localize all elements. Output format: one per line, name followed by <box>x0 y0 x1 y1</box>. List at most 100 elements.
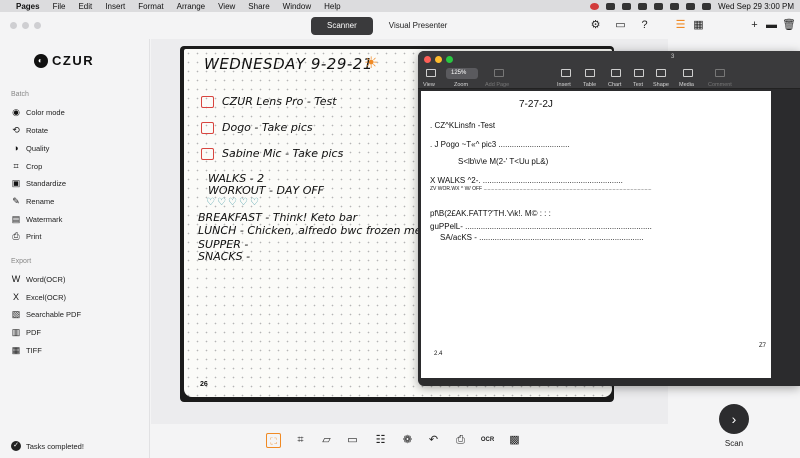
tiff-icon: ▦ <box>11 345 21 355</box>
search-icon[interactable] <box>686 2 696 10</box>
trash-icon[interactable]: 🗑 <box>782 19 796 32</box>
menu-edit[interactable]: Edit <box>78 2 92 11</box>
print-icon[interactable]: ⎙ <box>453 433 468 448</box>
toolbar-shape[interactable]: Shape <box>653 82 669 88</box>
menu-arrange[interactable]: Arrange <box>177 2 205 11</box>
record-icon[interactable] <box>590 2 600 10</box>
qr-code-icon[interactable]: ▩ <box>507 433 522 448</box>
zoom-button[interactable] <box>446 56 453 63</box>
grid-view-icon[interactable]: ▦ <box>692 19 705 32</box>
folder-icon[interactable]: ▬ <box>765 19 778 32</box>
zoom-select[interactable]: 125% <box>446 68 478 79</box>
toolbar-text[interactable]: Text <box>633 82 643 88</box>
toolbar-media[interactable]: Media <box>679 82 694 88</box>
sidebar-item-watermark[interactable]: ▤ Watermark <box>11 214 63 224</box>
sidebar-item-excel-ocr[interactable]: X Excel(OCR) <box>11 292 66 302</box>
help-icon[interactable]: ? <box>638 19 651 32</box>
tray-icon[interactable] <box>622 2 632 10</box>
sidebar-item-label: Crop <box>26 161 43 171</box>
close-button[interactable] <box>424 56 431 63</box>
menu-view[interactable]: View <box>218 2 235 11</box>
zoom-button[interactable] <box>34 22 41 29</box>
logo-text: CZUR <box>52 53 95 68</box>
add-page-icon[interactable] <box>494 69 504 77</box>
insert-icon[interactable] <box>561 69 571 77</box>
page-indicator[interactable]: 3 <box>671 54 674 60</box>
chart-icon[interactable] <box>611 69 621 77</box>
sidebar: ◐ CZUR Batch ◉ Color mode ⟲ Rotate ◑ Qualit… <box>0 39 150 458</box>
sidebar-item-standardize[interactable]: ▣ Standardize <box>11 178 66 188</box>
toolbar-table[interactable]: Table <box>583 82 596 88</box>
tab-scanner[interactable]: Scanner <box>311 17 373 35</box>
shape-icon[interactable] <box>656 69 666 77</box>
toolbar-insert[interactable]: Insert <box>557 82 571 88</box>
minimize-button[interactable] <box>435 56 442 63</box>
text-icon[interactable] <box>634 69 644 77</box>
tab-visual-presenter[interactable]: Visual Presenter <box>373 17 464 35</box>
sidebar-item-rename[interactable]: ✎ Rename <box>11 196 54 206</box>
minimize-button[interactable] <box>22 22 29 29</box>
scan-button[interactable]: › <box>719 404 749 434</box>
menu-pages[interactable]: Pages <box>16 2 40 11</box>
gear-icon[interactable]: ⚙ <box>589 19 602 32</box>
pages-toolbar: 3 View 125% Zoom Add Page Insert Table C… <box>418 51 800 89</box>
wifi-icon[interactable] <box>670 2 680 10</box>
flatten-icon[interactable]: ▱ <box>319 433 334 448</box>
czur-titlebar: Scanner Visual Presenter ⚙ ▭ ? ☰ ▦ + ▬ 🗑 <box>0 12 800 39</box>
czur-logo-icon: ◐ <box>34 53 48 68</box>
toolbar-chart[interactable]: Chart <box>608 82 621 88</box>
sidebar-item-tiff[interactable]: ▦ TIFF <box>11 345 42 355</box>
comment-icon[interactable] <box>715 69 725 77</box>
chat-icon[interactable]: ▭ <box>614 19 627 32</box>
add-icon[interactable]: + <box>748 19 761 32</box>
list-view-icon[interactable]: ☰ <box>674 19 687 32</box>
edit-toolbar: ⛶ ⌗ ▱ ▭ ☷ ❁ ↶ ⎙ OCR ▩ <box>151 424 668 458</box>
sidebar-item-searchable-pdf[interactable]: ▧ Searchable PDF <box>11 309 81 319</box>
menu-window[interactable]: Window <box>283 2 311 11</box>
control-center-icon[interactable] <box>702 2 712 10</box>
menu-format[interactable]: Format <box>138 2 163 11</box>
sidebar-item-label: Excel(OCR) <box>26 292 67 302</box>
status-text: Tasks completed! <box>26 441 84 451</box>
sidebar-item-label: PDF <box>26 327 41 337</box>
searchable-pdf-icon: ▧ <box>11 309 21 319</box>
undo-icon[interactable]: ↶ <box>426 433 441 448</box>
window-icon[interactable]: ▭ <box>345 433 360 448</box>
toolbar-comment[interactable]: Comment <box>708 82 732 88</box>
view-icon[interactable] <box>426 69 436 77</box>
batch-label: Batch <box>11 91 29 98</box>
sidebar-item-quality[interactable]: ◑ Quality <box>11 143 49 153</box>
color-icon[interactable]: ❁ <box>400 433 415 448</box>
auto-crop-icon[interactable]: ⛶ <box>266 433 281 448</box>
menu-insert[interactable]: Insert <box>105 2 125 11</box>
menu-clock[interactable]: Wed Sep 29 3:00 PM <box>718 2 794 11</box>
media-icon[interactable] <box>683 69 693 77</box>
menu-help[interactable]: Help <box>324 2 340 11</box>
menu-file[interactable]: File <box>53 2 66 11</box>
sidebar-item-label: Quality <box>26 143 50 153</box>
pages-document[interactable]: 7-27-2J . CZ^KLinsfn -Test . J Pogo ~T«^… <box>421 91 771 378</box>
doc-page-left: 2.4 <box>434 351 443 357</box>
menu-share[interactable]: Share <box>248 2 269 11</box>
sidebar-item-label: Searchable PDF <box>26 309 82 319</box>
sidebar-item-crop[interactable]: ⌗ Crop <box>11 161 42 171</box>
notebook-line: SNACKS - <box>198 250 251 263</box>
battery-icon[interactable] <box>654 2 664 10</box>
sidebar-item-print[interactable]: ⎙ Print <box>11 231 41 241</box>
adjust-icon[interactable]: ☷ <box>373 433 388 448</box>
table-icon[interactable] <box>585 69 595 77</box>
crop-icon[interactable]: ⌗ <box>293 433 308 448</box>
doc-line: . J Pogo ~T«^ pic3 .....................… <box>430 140 570 149</box>
word-icon: W <box>11 274 21 284</box>
tray-icon[interactable] <box>638 2 648 10</box>
sidebar-item-color-mode[interactable]: ◉ Color mode <box>11 107 65 117</box>
doc-page-right: Z7 <box>759 343 767 349</box>
ocr-icon[interactable]: OCR <box>480 433 495 448</box>
sidebar-item-pdf[interactable]: ▥ PDF <box>11 327 41 337</box>
sidebar-item-label: Watermark <box>26 214 63 224</box>
sidebar-item-rotate[interactable]: ⟲ Rotate <box>11 125 48 135</box>
close-button[interactable] <box>10 22 17 29</box>
sidebar-item-word-ocr[interactable]: W Word(OCR) <box>11 274 66 284</box>
tray-icon[interactable] <box>606 2 616 10</box>
sidebar-item-label: Color mode <box>26 107 65 117</box>
